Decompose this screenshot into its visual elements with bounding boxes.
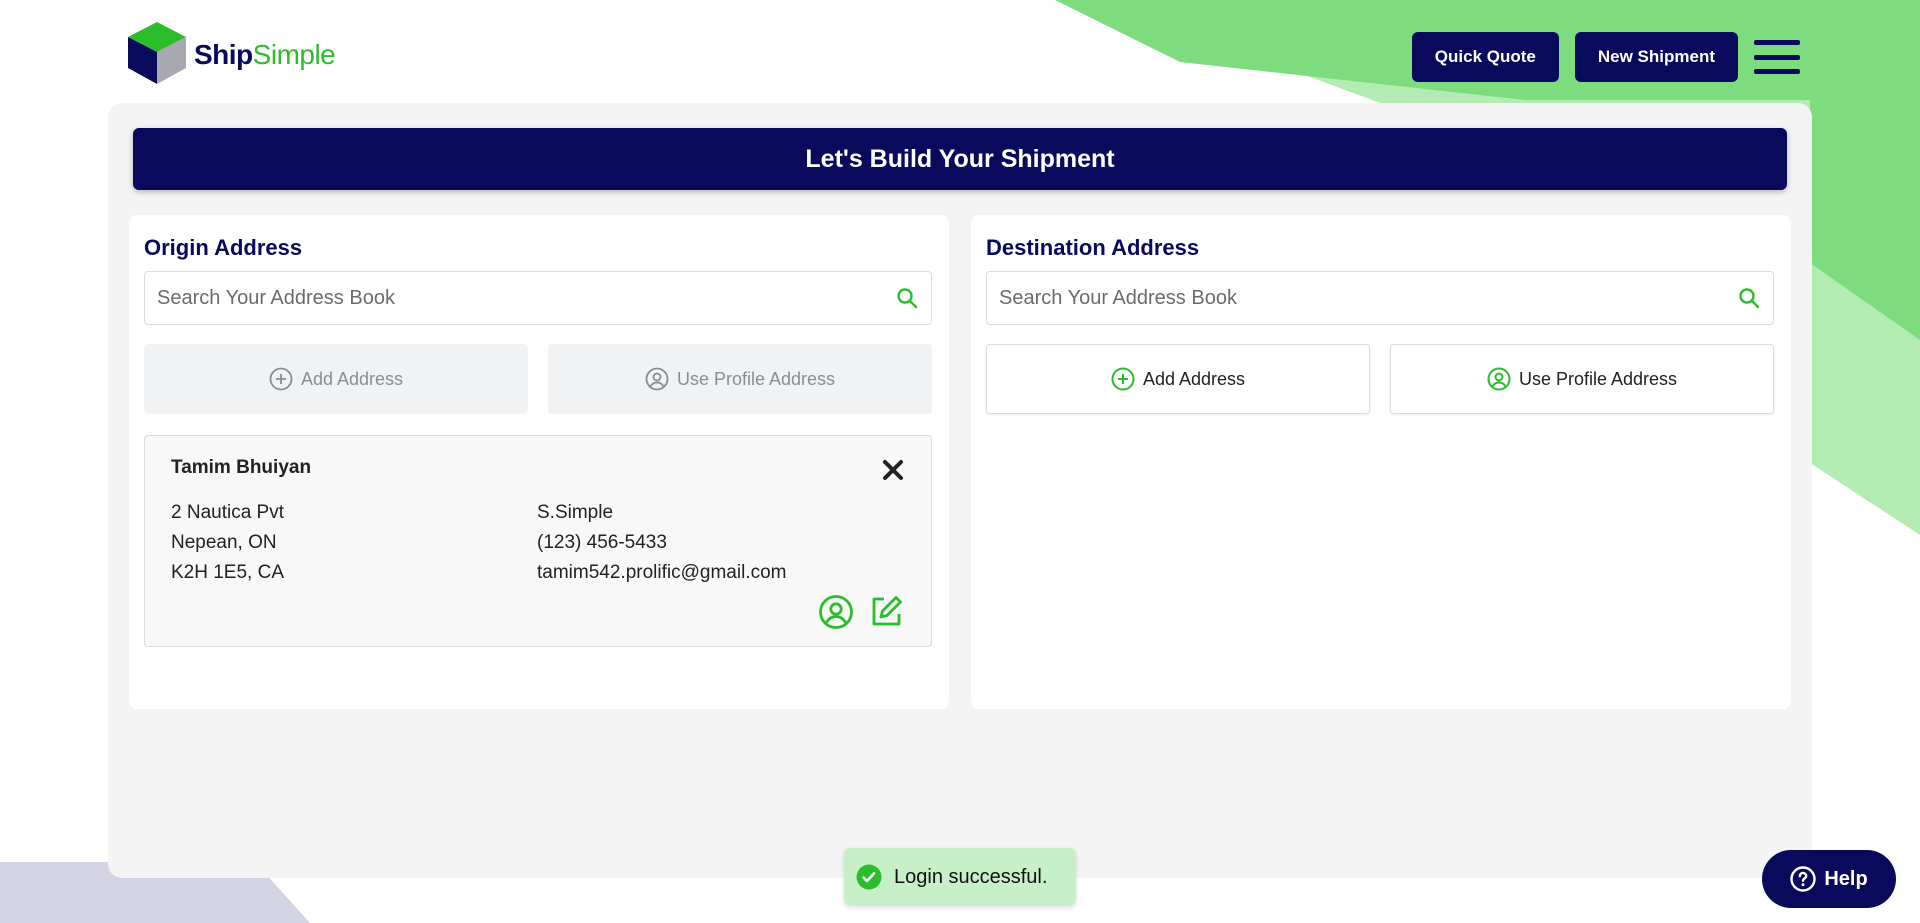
menu-icon[interactable] [1754,40,1800,74]
search-icon[interactable] [895,286,919,310]
check-circle-icon [856,864,882,890]
brand-name: ShipSimple [194,39,336,71]
contact-lines: S.Simple (123) 456-5433 tamim542.prolifi… [537,498,786,588]
plus-circle-icon [269,367,293,391]
origin-title: Origin Address [144,235,303,260]
city-line: Nepean, ON [171,532,277,553]
brand-logo[interactable]: ShipSimple [126,20,336,86]
edit-icon[interactable] [868,594,904,630]
destination-search-box [986,271,1774,325]
new-shipment-button[interactable]: New Shipment [1574,32,1738,82]
quick-quote-button[interactable]: Quick Quote [1411,32,1559,82]
profile-icon[interactable] [818,594,854,630]
brand-name-ship: Ship [194,39,253,70]
header-actions: Quick Quote New Shipment [1411,32,1800,82]
destination-use-profile-button[interactable]: Use Profile Address [1390,344,1774,414]
user-circle-icon [1487,367,1511,391]
login-toast: Login successful. [844,848,1076,906]
page-title: Let's Build Your Shipment [133,128,1787,190]
origin-add-address-label: Add Address [300,368,404,389]
contact-name: Tamim Bhuiyan [171,457,312,478]
origin-search-box [144,271,932,325]
help-label: Help [1824,867,1868,890]
close-icon[interactable] [881,458,905,482]
destination-use-profile-label: Use Profile Address [1518,368,1678,389]
selected-origin-address: Tamim Bhuiyan 2 Nautica Pvt Nepean, ON K… [144,435,932,647]
question-circle-icon [1790,866,1817,892]
cube-logo-icon [128,22,186,84]
phone-line: (123) 456-5433 [537,532,667,553]
company-line: S.Simple [537,502,614,523]
search-icon[interactable] [1737,286,1761,310]
main-panel: Let's Build Your Shipment Origin Address… [108,103,1812,878]
address-lines: 2 Nautica Pvt Nepean, ON K2H 1E5, CA [171,498,284,588]
user-circle-icon [645,367,669,391]
destination-search-input[interactable] [999,286,1737,310]
destination-title: Destination Address [986,235,1200,260]
origin-add-address-button[interactable]: Add Address [144,344,528,414]
plus-circle-icon [1111,367,1135,391]
brand-name-simple: Simple [252,39,336,70]
street-line: 2 Nautica Pvt [171,502,284,523]
email-line: tamim542.prolific@gmail.com [537,562,787,583]
destination-address-card: Destination Address Add Address Use Prof… [971,215,1791,709]
origin-address-card: Origin Address Add Address Use Profile A… [129,215,949,709]
postal-line: K2H 1E5, CA [171,562,284,583]
destination-add-address-label: Add Address [1142,368,1246,389]
origin-use-profile-button[interactable]: Use Profile Address [548,344,932,414]
origin-search-input[interactable] [157,286,895,310]
address-card-actions [818,594,904,630]
help-button[interactable]: Help [1762,850,1896,908]
origin-use-profile-label: Use Profile Address [676,368,836,389]
destination-add-address-button[interactable]: Add Address [986,344,1370,414]
toast-message: Login successful. [894,865,1048,888]
